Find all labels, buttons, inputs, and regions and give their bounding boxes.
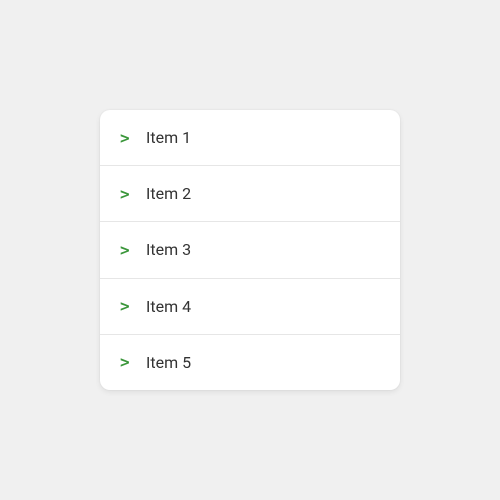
list-item[interactable]: Item 2 [100, 165, 400, 221]
accordion-list: Item 1 Item 2 Item 3 Item 4 Item 5 [100, 110, 400, 390]
list-item-label: Item 3 [146, 240, 191, 259]
list-item-label: Item 2 [146, 184, 191, 203]
list-item[interactable]: Item 3 [100, 221, 400, 277]
list-item-label: Item 5 [146, 353, 191, 372]
list-item[interactable]: Item 1 [100, 110, 400, 165]
list-item[interactable]: Item 4 [100, 278, 400, 334]
list-item[interactable]: Item 5 [100, 334, 400, 390]
list-item-label: Item 4 [146, 297, 191, 316]
list-item-label: Item 1 [146, 128, 191, 147]
